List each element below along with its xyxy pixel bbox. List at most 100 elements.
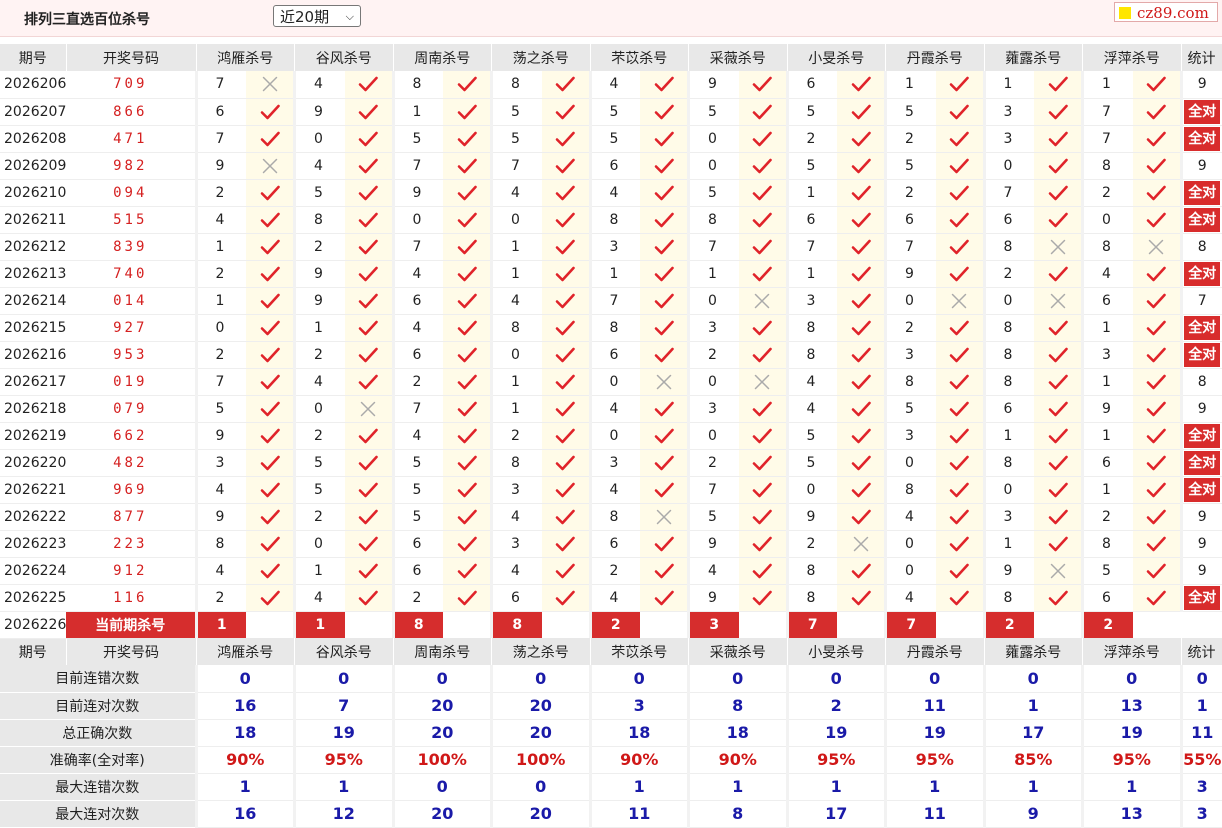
kill-number: 1 — [1081, 422, 1133, 450]
stats-value: 95% — [785, 746, 886, 774]
col-header-expert: 小旻杀号 — [787, 638, 886, 665]
row-stat: 9 — [1179, 71, 1222, 99]
kill-number: 2 — [194, 260, 246, 288]
row-stat: 7 — [1179, 287, 1222, 315]
row-stat: 全对 — [1179, 206, 1222, 234]
issue-number: 2026225 — [0, 584, 66, 612]
kill-number: 5 — [391, 476, 443, 504]
table-row: 2026214 014 1 9 6 4 7 0 3 0 0 6 7 — [0, 287, 1222, 315]
kill-number: 4 — [391, 422, 443, 450]
result-mark — [837, 476, 886, 504]
check-icon — [260, 212, 280, 227]
result-mark — [837, 449, 886, 477]
stats-value: 1 — [588, 773, 689, 801]
check-icon — [260, 266, 280, 281]
issue-number: 2026222 — [0, 503, 66, 531]
current-stat-blank — [1181, 611, 1222, 638]
issue-number: 2026213 — [0, 260, 66, 288]
col-header-expert: 浮萍杀号 — [1082, 638, 1182, 665]
result-mark — [738, 179, 787, 207]
kill-number: 5 — [884, 98, 936, 126]
current-kill-blank — [344, 611, 393, 638]
result-mark — [1034, 503, 1083, 531]
check-icon — [851, 76, 871, 92]
check-icon — [851, 455, 871, 470]
current-kill-number: 7 — [884, 611, 936, 638]
kill-number: 6 — [391, 530, 443, 558]
check-icon — [1146, 401, 1166, 416]
col-header-stat: 统计 — [1181, 638, 1222, 665]
result-mark — [1034, 476, 1083, 504]
issue-number: 2026223 — [0, 530, 66, 558]
kill-number: 3 — [884, 341, 936, 369]
result-mark — [738, 557, 787, 585]
stats-value: 0 — [293, 665, 393, 693]
kill-number: 4 — [490, 557, 542, 585]
table-row: 2026219 662 9 2 4 2 0 0 5 3 1 1 全对 — [0, 422, 1222, 450]
period-select[interactable]: 近20期 ⌵ — [273, 5, 361, 27]
kill-number: 5 — [194, 395, 246, 423]
result-mark — [1132, 233, 1181, 261]
check-icon — [358, 536, 378, 551]
check-icon — [1048, 104, 1068, 119]
check-icon — [1048, 482, 1068, 497]
all-correct-badge: 全对 — [1184, 315, 1221, 340]
kill-number: 2 — [785, 530, 837, 558]
result-mark — [640, 368, 689, 396]
check-icon — [752, 455, 772, 470]
result-mark — [541, 206, 590, 234]
result-mark — [738, 395, 787, 423]
draw-number: 709 — [66, 71, 196, 99]
stats-label: 最大连对次数 — [0, 800, 196, 828]
kill-number: 1 — [982, 530, 1034, 558]
table-header-row: 期号 开奖号码 鸿雁杀号 谷风杀号 周南杀号 荡之杀号 芣苡杀号 采薇杀号 小旻杀号 丹霞杀号 蕹露… — [0, 44, 1222, 71]
col-header-expert: 鸿雁杀号 — [196, 44, 295, 71]
stats-value: 0 — [982, 665, 1083, 693]
check-icon — [358, 347, 378, 362]
check-icon — [457, 76, 477, 92]
check-icon — [555, 212, 575, 227]
kill-number: 8 — [884, 368, 936, 396]
stats-value: 20 — [490, 800, 590, 828]
result-mark — [837, 206, 886, 234]
col-header-expert: 采薇杀号 — [688, 638, 788, 665]
kill-number: 8 — [982, 584, 1034, 612]
result-mark — [246, 422, 295, 450]
stats-value: 11 — [884, 800, 984, 828]
kill-number: 2 — [588, 557, 640, 585]
stats-value: 95% — [1081, 746, 1181, 774]
check-icon — [949, 320, 969, 335]
kill-number: 7 — [194, 368, 246, 396]
draw-number: 982 — [66, 152, 196, 180]
kill-number: 4 — [293, 152, 345, 180]
stats-value: 9 — [982, 800, 1083, 828]
kill-number: 0 — [194, 314, 246, 342]
result-mark — [443, 98, 492, 126]
check-icon — [555, 185, 575, 200]
result-mark — [837, 98, 886, 126]
kill-number: 0 — [293, 395, 345, 423]
result-mark — [1034, 422, 1083, 450]
table-row: 2026224 912 4 1 6 4 2 4 8 0 9 5 9 — [0, 557, 1222, 585]
site-logo[interactable]: cz89.com — [1114, 2, 1218, 22]
result-mark — [935, 341, 984, 369]
check-icon — [260, 590, 280, 605]
stats-value: 1 — [293, 773, 393, 801]
result-mark — [1034, 368, 1083, 396]
col-header-expert: 谷风杀号 — [294, 44, 394, 71]
check-icon — [654, 320, 674, 335]
check-icon — [260, 563, 280, 578]
stats-value: 19 — [785, 719, 886, 747]
result-mark — [837, 125, 886, 153]
table-row: 2026213 740 2 9 4 1 1 1 1 9 2 4 全对 — [0, 260, 1222, 288]
stats-value: 90% — [588, 746, 689, 774]
result-mark — [443, 233, 492, 261]
row-stat: 全对 — [1179, 260, 1222, 288]
check-icon — [457, 212, 477, 227]
kill-number: 5 — [293, 449, 345, 477]
result-mark — [1034, 260, 1083, 288]
check-icon — [1048, 509, 1068, 524]
check-icon — [851, 590, 871, 605]
stats-value: 90% — [194, 746, 295, 774]
stats-value: 20 — [490, 692, 590, 720]
